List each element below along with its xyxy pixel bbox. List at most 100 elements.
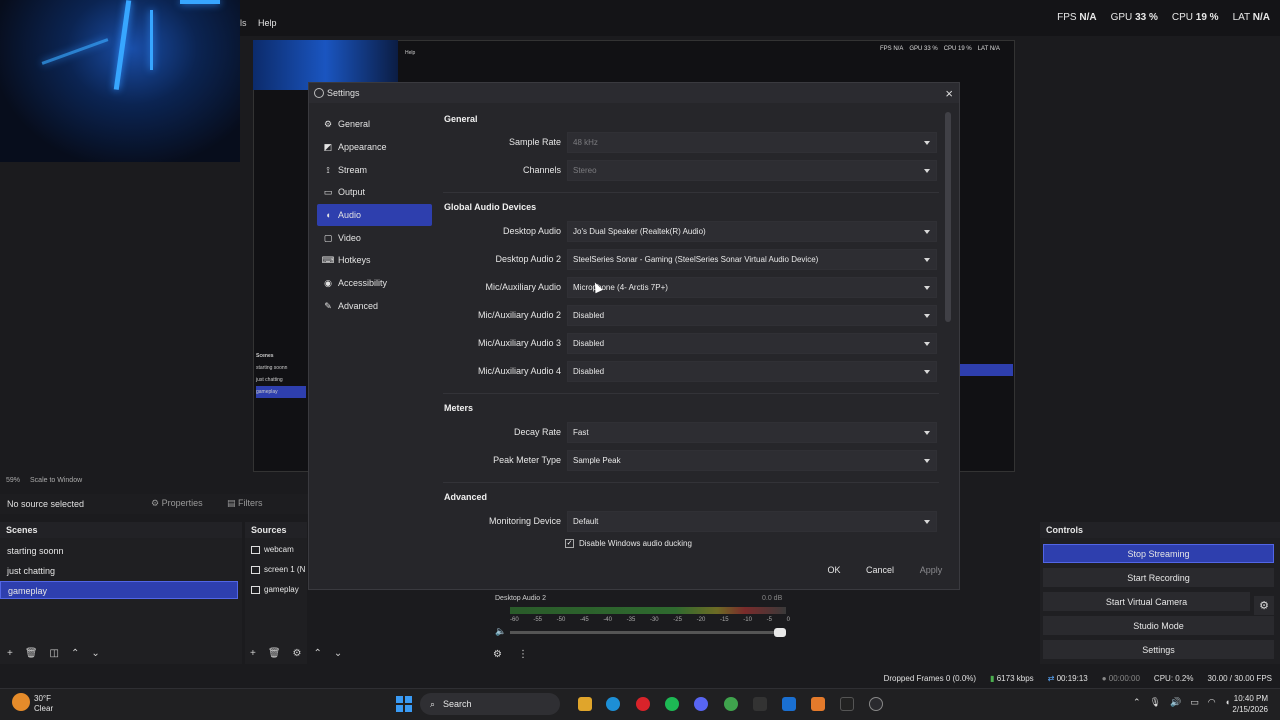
source-item[interactable]: screen 1 (N (251, 565, 305, 574)
xbox-icon[interactable] (724, 697, 738, 711)
section-meters-title: Meters (444, 403, 474, 413)
channels-select[interactable]: Stereo (567, 160, 937, 181)
weather-icon[interactable] (12, 693, 30, 711)
app-icon[interactable] (753, 697, 767, 711)
checkbox-checked-icon[interactable]: ✓ (565, 539, 574, 548)
chevron-up-icon[interactable]: ⌃ (314, 648, 322, 659)
add-icon[interactable]: + (7, 648, 13, 659)
obs-icon[interactable] (869, 697, 883, 711)
sample-rate-select[interactable]: 48 kHz (567, 132, 937, 153)
volume-slider-handle[interactable] (774, 628, 786, 637)
volume-slider[interactable] (510, 631, 780, 634)
meter-tick: 0 (786, 617, 790, 623)
chevron-down-icon (924, 258, 930, 262)
scenes-tools: + 🗑 ◫ ⌃ ⌄ (7, 648, 100, 659)
nested-scenes: Scenes starting soonn just chatting game… (256, 350, 306, 400)
ok-button[interactable]: OK (817, 561, 851, 579)
stop-streaming-button[interactable]: Stop Streaming (1043, 544, 1274, 563)
taskbar-search[interactable]: ⌕ Search (420, 693, 560, 715)
scene-item-selected[interactable]: gameplay (0, 581, 238, 599)
scale-mode[interactable]: Scale to Window (30, 477, 82, 484)
monitor-icon[interactable]: ▭ (1190, 697, 1199, 708)
chevron-down-icon[interactable]: ⌄ (334, 648, 342, 659)
filter-icon[interactable]: ◫ (50, 648, 59, 659)
mic-aux-audio-2-label: Mic/Auxiliary Audio 2 (477, 310, 561, 320)
performance-stats: FPS N/A GPU 33 % CPU 19 % LAT N/A (1057, 12, 1270, 23)
sidebar-item-accessibility[interactable]: ◉ Accessibility (317, 272, 432, 294)
discord-icon[interactable] (694, 697, 708, 711)
speaker-icon[interactable]: 🔈 (495, 626, 506, 637)
desktop-audio-2-select[interactable]: SteelSeries Sonar - Gaming (SteelSeries … (567, 249, 937, 270)
properties-button[interactable]: ⚙ Properties (151, 498, 203, 509)
menu-tools-partial[interactable]: ls (240, 18, 247, 28)
virtual-camera-gear-icon[interactable]: ⚙ (1254, 596, 1274, 615)
add-icon[interactable]: + (250, 648, 256, 659)
app-icon[interactable] (578, 697, 592, 711)
spotify-icon[interactable] (665, 697, 679, 711)
cancel-button[interactable]: Cancel (858, 561, 902, 579)
peak-meter-type-select[interactable]: Sample Peak (567, 450, 937, 471)
filters-button[interactable]: ▤ Filters (227, 498, 263, 509)
source-item[interactable]: webcam (251, 545, 294, 554)
app-icon[interactable] (782, 697, 796, 711)
volume-icon[interactable]: ◖ (1225, 697, 1230, 708)
app-icon[interactable] (811, 697, 825, 711)
microphone-icon[interactable]: 🎙 (1150, 697, 1161, 708)
source-item[interactable]: gameplay (251, 585, 299, 594)
mixer-menu-icon[interactable]: ⋮ (518, 649, 528, 660)
sources-tools: + 🗑 ⚙ ⌃ ⌄ (250, 648, 342, 659)
taskbar-clock[interactable]: 10:40 PM 2/15/2026 (1232, 693, 1268, 715)
sidebar-item-appearance[interactable]: ◩ Appearance (317, 136, 432, 158)
chevron-down-icon (924, 520, 930, 524)
mic-aux-audio-3-select[interactable]: Disabled (567, 333, 937, 354)
meter-ticks: -60 -55 -50 -45 -40 -35 -30 -25 -20 -15 -10 -5 0 (510, 617, 790, 623)
mic-aux-audio-2-select[interactable]: Disabled (567, 305, 937, 326)
status-items: Dropped Frames 0 (0.0%) ▮ 6173 kbps ⇄ 00… (884, 674, 1272, 683)
chevron-up-icon[interactable]: ⌃ (1133, 697, 1141, 708)
zoom-level[interactable]: 59% (6, 477, 20, 484)
chevron-down-icon[interactable]: ⌄ (91, 648, 99, 659)
sidebar-item-general[interactable]: ⚙ General (317, 113, 432, 135)
settings-button[interactable]: Settings (1043, 640, 1274, 659)
settings-scrollbar[interactable] (945, 112, 951, 322)
start-recording-button[interactable]: Start Recording (1043, 568, 1274, 587)
speaker-icon[interactable]: 🔊 (1170, 697, 1181, 708)
trash-icon[interactable]: 🗑 (268, 648, 281, 659)
decay-rate-select[interactable]: Fast (567, 422, 937, 443)
wifi-icon[interactable]: ◠ (1208, 697, 1216, 708)
weather-widget[interactable]: 30°F Clear (34, 694, 53, 714)
edge-icon[interactable] (606, 697, 620, 711)
disable-ducking-label: Disable Windows audio ducking (579, 539, 692, 548)
start-virtual-camera-button[interactable]: Start Virtual Camera (1043, 592, 1250, 611)
decay-rate-label: Decay Rate (513, 427, 561, 437)
sidebar-item-hotkeys[interactable]: ⌨ Hotkeys (317, 249, 432, 271)
menu-help[interactable]: Help (258, 18, 277, 28)
fps-status: 30.00 / 30.00 FPS (1207, 674, 1273, 683)
gear-icon[interactable]: ⚙ (293, 648, 302, 659)
terminal-icon[interactable] (840, 697, 854, 711)
scene-item[interactable]: just chatting (0, 562, 238, 580)
studio-mode-button[interactable]: Studio Mode (1043, 616, 1274, 635)
sidebar-item-stream[interactable]: ⟟ Stream (317, 159, 432, 181)
mic-aux-audio-select[interactable]: Microphone (4- Arctis 7P+) (567, 277, 937, 298)
disable-ducking-checkbox[interactable]: ✓ Disable Windows audio ducking (565, 539, 692, 548)
sidebar-item-output[interactable]: ▭ Output (317, 181, 432, 203)
gpu-stat: GPU 33 % (1110, 12, 1158, 23)
close-icon[interactable]: × (945, 86, 953, 101)
cpu-usage: CPU: 0.2% (1153, 674, 1194, 683)
sidebar-item-advanced[interactable]: ✎ Advanced (317, 295, 432, 317)
mic-aux-audio-4-select[interactable]: Disabled (567, 361, 937, 382)
chevron-up-icon[interactable]: ⌃ (71, 648, 79, 659)
opera-icon[interactable] (636, 697, 650, 711)
scene-item[interactable]: starting soonn (0, 542, 238, 560)
sidebar-item-audio[interactable]: ◖ Audio (317, 204, 432, 226)
dialog-titlebar: Settings × (309, 83, 959, 103)
desktop-audio-select[interactable]: Jo's Dual Speaker (Realtek(R) Audio) (567, 221, 937, 242)
windows-start-icon[interactable] (396, 696, 412, 712)
sidebar-item-video[interactable]: ▢ Video (317, 227, 432, 249)
mixer-gear-icon[interactable]: ⚙ (493, 649, 502, 660)
monitoring-device-select[interactable]: Default (567, 511, 937, 532)
apply-button[interactable]: Apply (909, 561, 953, 579)
trash-icon[interactable]: 🗑 (25, 648, 38, 659)
antenna-icon: ⟟ (326, 164, 330, 175)
